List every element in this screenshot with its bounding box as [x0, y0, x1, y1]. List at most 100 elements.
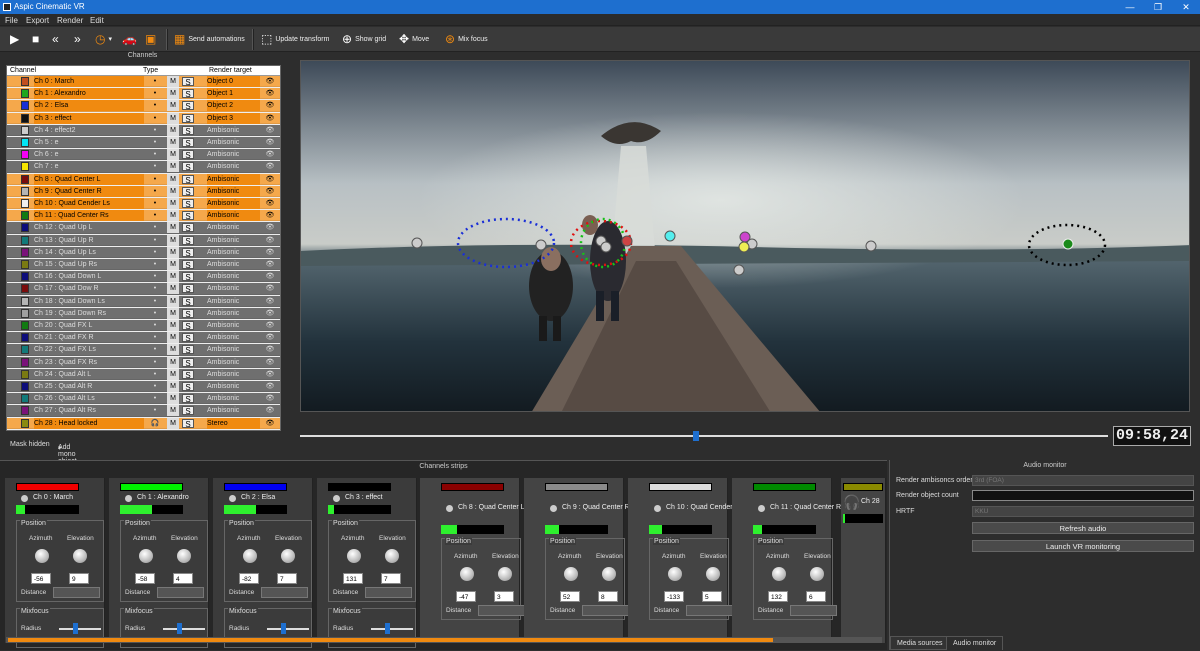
eye-icon[interactable]: 👁	[263, 357, 277, 368]
channel-color-swatch[interactable]	[21, 296, 29, 306]
eye-icon[interactable]: 👁	[263, 393, 277, 404]
azimuth-knob[interactable]	[347, 549, 361, 563]
render-target[interactable]: Ambisonic	[207, 357, 260, 368]
refresh-audio-button[interactable]: Refresh audio	[972, 522, 1194, 534]
mute-button[interactable]: M	[167, 320, 179, 331]
render-target[interactable]: Object 0	[207, 76, 260, 87]
solo-button[interactable]: S	[182, 101, 194, 111]
mute-button[interactable]: M	[167, 137, 179, 148]
channel-name[interactable]: Ch 16 : Quad Down L	[34, 271, 144, 282]
eye-icon[interactable]: 👁	[263, 296, 277, 307]
render-target[interactable]: Ambisonic	[207, 283, 260, 294]
channel-row[interactable]: Ch 17 : Quad Dow R • M S Ambisonic 👁	[7, 283, 280, 295]
channel-name[interactable]: Ch 12 : Quad Up L	[34, 222, 144, 233]
radius-slider-track[interactable]	[371, 628, 413, 630]
eye-icon[interactable]: 👁	[263, 137, 277, 148]
timeline-handle[interactable]	[692, 431, 699, 441]
render-target[interactable]: Ambisonic	[207, 247, 260, 258]
channel-row[interactable]: Ch 14 : Quad Up Ls • M S Ambisonic 👁	[7, 246, 280, 259]
channel-name[interactable]: Ch 26 : Quad Alt Ls	[34, 393, 144, 404]
header-render-target[interactable]: Render target	[209, 67, 252, 74]
mute-button[interactable]: M	[167, 161, 179, 173]
radius-slider-track[interactable]	[59, 628, 101, 630]
channel-row[interactable]: Ch 12 : Quad Up L • M S Ambisonic 👁	[7, 222, 280, 234]
render-target[interactable]: Ambisonic	[207, 137, 260, 148]
elevation-spinbox[interactable]: 6	[806, 591, 826, 602]
channel-color-swatch[interactable]	[21, 235, 29, 245]
solo-button[interactable]: S	[182, 162, 194, 172]
header-channel[interactable]: Channel	[10, 67, 36, 74]
channel-row[interactable]: Ch 8 : Quad Center L • M S Ambisonic 👁	[7, 173, 280, 185]
solo-button[interactable]: S	[182, 150, 194, 160]
channel-row[interactable]: Ch 11 : Quad Center Rs • M S Ambisonic 👁	[7, 210, 280, 222]
elevation-spinbox[interactable]: 7	[381, 573, 401, 584]
channel-name[interactable]: Ch 17 : Quad Dow R	[34, 283, 144, 294]
mute-button[interactable]: M	[167, 76, 179, 87]
eye-icon[interactable]: 👁	[263, 174, 277, 185]
channel-name[interactable]: Ch 22 : Quad FX Ls	[34, 344, 144, 355]
menu-file[interactable]: File	[5, 16, 18, 25]
render-target[interactable]: Ambisonic	[207, 222, 260, 233]
channel-row[interactable]: Ch 19 : Quad Down Rs • M S Ambisonic 👁	[7, 307, 280, 320]
channel-color-swatch[interactable]	[21, 162, 29, 172]
eye-icon[interactable]: 👁	[263, 344, 277, 355]
channel-name[interactable]: Ch 11 : Quad Center Rs	[34, 210, 144, 222]
solo-button[interactable]: S	[182, 369, 194, 380]
mute-button[interactable]: M	[167, 259, 179, 270]
solo-button[interactable]: S	[182, 89, 194, 99]
azimuth-spinbox[interactable]: -58	[135, 573, 155, 584]
mute-button[interactable]: M	[167, 307, 179, 319]
strip-select-radio[interactable]	[21, 495, 28, 502]
render-target[interactable]: Ambisonic	[207, 235, 260, 246]
channel-row[interactable]: Ch 9 : Quad Center R • M S Ambisonic 👁	[7, 185, 280, 198]
mute-button[interactable]: M	[167, 295, 179, 307]
eye-icon[interactable]: 👁	[263, 247, 277, 258]
mute-button[interactable]: M	[167, 100, 179, 112]
solo-button[interactable]: S	[182, 345, 194, 355]
channel-name[interactable]: Ch 25 : Quad Alt R	[34, 381, 144, 392]
minimize-button[interactable]: —	[1116, 0, 1144, 14]
solo-button[interactable]: S	[182, 125, 194, 136]
channel-color-swatch[interactable]	[21, 369, 29, 379]
strip-select-radio[interactable]	[125, 495, 132, 502]
channel-row[interactable]: Ch 27 : Quad Alt Rs • M S Ambisonic 👁	[7, 405, 280, 417]
eye-icon[interactable]: 👁	[263, 186, 277, 197]
eye-icon[interactable]: 👁	[263, 100, 277, 111]
azimuth-knob[interactable]	[564, 567, 578, 581]
render-target[interactable]: Stereo	[207, 417, 260, 429]
distance-field[interactable]	[53, 587, 100, 598]
channel-name[interactable]: Ch 9 : Quad Center R	[34, 185, 144, 197]
mute-button[interactable]: M	[167, 185, 179, 197]
solo-button[interactable]: S	[182, 357, 194, 368]
render-target[interactable]: Ambisonic	[207, 405, 260, 416]
tab-media-sources[interactable]: Media sources	[890, 636, 950, 650]
stop-button[interactable]: ■	[32, 30, 42, 48]
solo-button[interactable]: S	[182, 418, 194, 429]
solo-button[interactable]: S	[182, 174, 194, 185]
eye-icon[interactable]: 👁	[263, 332, 277, 343]
mute-button[interactable]: M	[167, 234, 179, 246]
radius-slider-handle[interactable]	[385, 623, 390, 634]
eye-icon[interactable]: 👁	[263, 308, 277, 319]
mute-button[interactable]: M	[167, 283, 179, 295]
azimuth-knob[interactable]	[772, 567, 786, 581]
eye-icon[interactable]: 👁	[263, 235, 277, 246]
azimuth-knob[interactable]	[35, 549, 49, 563]
azimuth-spinbox[interactable]: 131	[343, 573, 363, 584]
radius-slider-handle[interactable]	[281, 623, 286, 634]
channel-row[interactable]: Ch 6 : e • M S Ambisonic 👁	[7, 149, 280, 161]
update-transform-button[interactable]: ⬚ Update transform	[261, 30, 329, 48]
mute-button[interactable]: M	[167, 88, 179, 100]
vr-video-viewer[interactable]	[300, 60, 1190, 412]
strip-select-radio[interactable]	[550, 505, 557, 512]
strip-select-radio[interactable]	[446, 505, 453, 512]
channel-row[interactable]: Ch 1 : Alexandro • M S Object 1 👁	[7, 88, 280, 100]
channel-row[interactable]: Ch 7 : e • M S Ambisonic 👁	[7, 161, 280, 173]
radius-slider-handle[interactable]	[177, 623, 182, 634]
azimuth-knob[interactable]	[243, 549, 257, 563]
channel-row[interactable]: Ch 18 : Quad Down Ls • M S Ambisonic 👁	[7, 295, 280, 307]
distance-field[interactable]	[582, 605, 629, 616]
channel-name[interactable]: Ch 13 : Quad Up R	[34, 235, 144, 246]
channel-color-swatch[interactable]	[21, 174, 29, 184]
menu-export[interactable]: Export	[26, 16, 49, 25]
